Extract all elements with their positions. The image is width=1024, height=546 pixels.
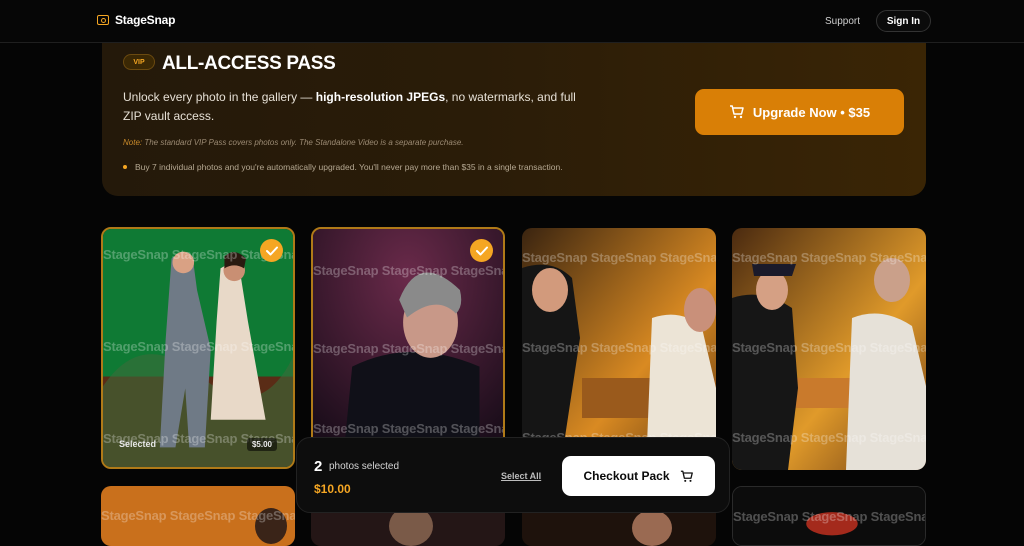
- watermark-text: StageSnap StageSnap StageSnap StageSnap: [103, 339, 293, 354]
- vip-upgrade-info: Buy 7 individual photos and you're autom…: [123, 162, 563, 172]
- upgrade-now-button[interactable]: Upgrade Now • $35: [695, 89, 904, 135]
- camera-icon: [97, 15, 109, 25]
- checkout-pack-button[interactable]: Checkout Pack: [562, 456, 715, 496]
- watermark-text: StageSnap StageSnap StageSnap StageSnap: [313, 263, 503, 278]
- watermark-text: StageSnap StageSnap StageSnap StageSnap: [732, 340, 926, 355]
- photo-price: $5.00: [246, 438, 277, 451]
- vip-note: Note: The standard VIP Pass covers photo…: [123, 138, 464, 147]
- checkout-total: $10.00: [314, 482, 351, 496]
- vip-desc-bold: high-resolution JPEGs: [315, 90, 446, 104]
- watermark-text: StageSnap StageSnap StageSnap StageSnap: [732, 430, 926, 445]
- watermark-text: StageSnap StageSnap StageSnap StageSnap: [522, 250, 716, 265]
- vip-note-label: Note:: [123, 138, 143, 147]
- upgrade-label: Upgrade Now • $35: [752, 104, 871, 120]
- bullet-dot-icon: [123, 165, 127, 169]
- cart-icon: [680, 470, 693, 482]
- selected-count-label: photos selected: [329, 461, 400, 472]
- vip-badge: VIP: [123, 54, 155, 70]
- watermark-text: StageSnap StageSnap StageSnap StageSnap: [732, 250, 926, 265]
- checkout-button-label: Checkout Pack: [583, 469, 670, 483]
- vip-title: ALL-ACCESS PASS: [162, 53, 336, 74]
- top-nav: StageSnap Support Sign In: [0, 0, 1024, 43]
- vip-bullet-text: Buy 7 individual photos and you're autom…: [135, 162, 563, 172]
- vip-pass-panel: VIP ALL-ACCESS PASS Unlock every photo i…: [102, 30, 926, 196]
- gallery-photo-card[interactable]: StageSnap StageSnap StageSnap StageSnap …: [311, 227, 505, 469]
- watermark-text: StageSnap StageSnap StageSnap StageSnap: [313, 341, 503, 356]
- checkmark-icon: [475, 246, 488, 255]
- gallery-photo-card[interactable]: StageSnap StageSnap StageSnap StageSnap: [732, 486, 926, 546]
- gallery-photo-card[interactable]: StageSnap StageSnap StageSnap StageSnap …: [101, 227, 295, 469]
- selected-check-icon[interactable]: [260, 239, 283, 262]
- selected-count: 2: [314, 458, 323, 475]
- selected-check-icon[interactable]: [470, 239, 493, 262]
- vip-description: Unlock every photo in the gallery — high…: [123, 88, 593, 126]
- gallery-photo-card[interactable]: StageSnap StageSnap StageSnap StageSnap …: [732, 228, 926, 470]
- gallery-photo-card[interactable]: StageSnap StageSnap StageSnap StageSnap: [101, 486, 295, 546]
- sign-in-button[interactable]: Sign In: [876, 10, 931, 32]
- watermark-text: StageSnap StageSnap StageSnap StageSnap: [101, 508, 295, 523]
- support-link[interactable]: Support: [825, 16, 860, 27]
- watermark-text: StageSnap StageSnap StageSnap StageSnap: [522, 340, 716, 355]
- checkmark-icon: [265, 246, 278, 255]
- select-all-link[interactable]: Select All: [501, 471, 541, 481]
- cart-icon: [729, 105, 744, 119]
- gallery-photo-card[interactable]: StageSnap StageSnap StageSnap StageSnap …: [522, 228, 716, 470]
- vip-desc-pre: Unlock every photo in the gallery —: [123, 90, 316, 104]
- checkout-bar: 2 photos selected $10.00 Select All Chec…: [296, 437, 730, 513]
- brand-logo[interactable]: StageSnap: [97, 13, 175, 27]
- watermark-text: StageSnap StageSnap StageSnap StageSnap: [733, 509, 925, 524]
- selected-label: Selected: [119, 439, 157, 449]
- brand-name: StageSnap: [115, 13, 176, 27]
- watermark-text: StageSnap StageSnap StageSnap StageSnap: [313, 421, 503, 436]
- vip-note-text: The standard VIP Pass covers photos only…: [142, 138, 464, 147]
